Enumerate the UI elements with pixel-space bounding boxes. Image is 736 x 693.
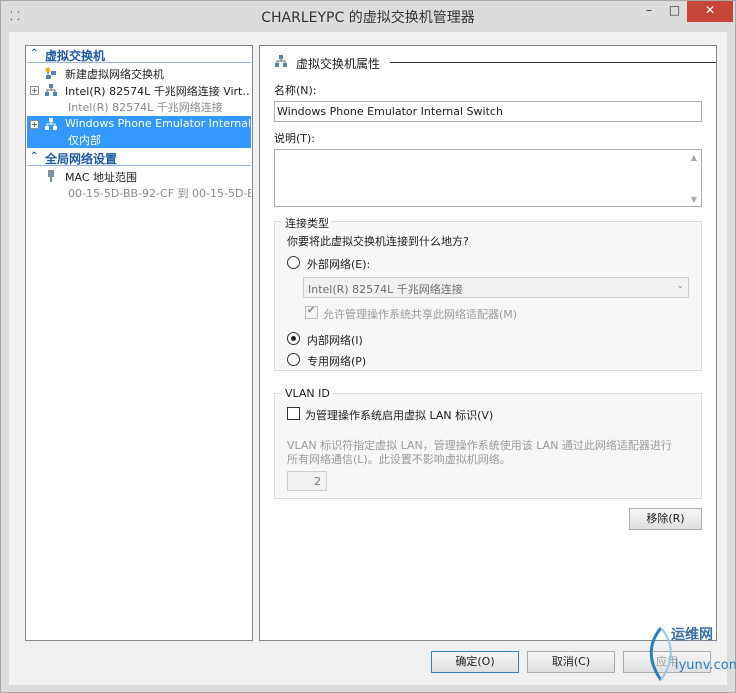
tree-item-mac-range-sub: 00-15-5D-BB-92-CF 到 00-15-5D-B… <box>27 184 251 200</box>
site-watermark: 运维网 iyunv.com <box>637 614 736 693</box>
private-network-radio[interactable] <box>287 353 300 366</box>
internal-network-label[interactable]: 内部网络(I) <box>307 332 363 348</box>
tree-header-label: 全局网络设置 <box>45 152 118 166</box>
private-network-label[interactable]: 专用网络(P) <box>307 353 366 369</box>
close-button[interactable]: ✕ <box>687 1 733 22</box>
tree-header-label: 虚拟交换机 <box>45 49 106 63</box>
dialog-body: ⌃ 虚拟交换机 新建虚拟网络交换机 + Intel(R) 82574L 千兆网络… <box>9 32 727 685</box>
tree-item-label: Windows Phone Emulator Internal … <box>65 117 251 130</box>
name-input[interactable]: Windows Phone Emulator Internal Switch <box>274 101 702 122</box>
scroll-down-icon[interactable]: ▼ <box>689 195 699 204</box>
tree-item-sublabel: Intel(R) 82574L 千兆网络连接 <box>68 101 223 114</box>
vlan-enable-checkbox[interactable] <box>287 407 300 420</box>
switch-tree[interactable]: ⌃ 虚拟交换机 新建虚拟网络交换机 + Intel(R) 82574L 千兆网络… <box>25 45 253 641</box>
tree-item-label: 新建虚拟网络交换机 <box>65 68 164 81</box>
maximize-button[interactable]: □ <box>662 1 687 22</box>
section-header: 虚拟交换机属性 <box>274 54 716 71</box>
adapter-select[interactable]: Intel(R) 82574L 千兆网络连接 ⌄ <box>303 277 689 298</box>
minimize-button[interactable]: – <box>636 1 662 22</box>
tree-item-sublabel: 仅内部 <box>68 134 101 147</box>
scroll-up-icon[interactable]: ▲ <box>689 153 699 162</box>
watermark-url: iyunv.com <box>675 658 736 673</box>
connection-type-group: 连接类型 你要将此虚拟交换机连接到什么地方? 外部网络(E): Intel(R)… <box>274 215 702 371</box>
tree-item-label: MAC 地址范围 <box>65 171 137 184</box>
adapter-select-value: Intel(R) 82574L 千兆网络连接 <box>308 283 463 296</box>
network-cable-icon <box>48 170 54 182</box>
tree-header-global-settings[interactable]: ⌃ 全局网络设置 <box>27 150 251 166</box>
external-network-radio[interactable] <box>287 256 300 269</box>
section-title: 虚拟交换机属性 <box>296 57 381 71</box>
allow-mgmt-checkbox[interactable] <box>305 305 318 319</box>
tree-item-new-switch[interactable]: 新建虚拟网络交换机 <box>27 65 251 81</box>
tree-item-intel-switch[interactable]: + Intel(R) 82574L 千兆网络连接 Virt… <box>27 82 251 98</box>
network-switch-icon <box>275 55 287 67</box>
external-network-label[interactable]: 外部网络(E): <box>307 256 370 272</box>
section-divider <box>390 62 716 63</box>
vlan-id-input[interactable]: 2 <box>287 471 327 491</box>
notes-textarea[interactable]: ▲ ▼ <box>274 149 702 207</box>
internal-network-radio[interactable] <box>287 332 300 345</box>
network-switch-icon <box>45 84 57 96</box>
vlan-description-line2: 所有网络通信(L)。此设置不影响虚拟机网络。 <box>287 453 511 466</box>
watermark-text: 运维网 <box>671 627 713 643</box>
tree-item-intel-switch-sub: Intel(R) 82574L 千兆网络连接 <box>27 98 251 114</box>
notes-label: 说明(T): <box>274 132 316 145</box>
tree-item-wp-emulator-switch[interactable]: + Windows Phone Emulator Internal … 仅内部 <box>27 116 251 148</box>
tree-item-label: Intel(R) 82574L 千兆网络连接 Virt… <box>65 85 251 98</box>
window-title: CHARLEYPC 的虚拟交换机管理器 <box>261 10 475 26</box>
tree-item-sublabel: 00-15-5D-BB-92-CF 到 00-15-5D-B… <box>68 187 251 200</box>
vlan-title: VLAN ID <box>283 387 332 400</box>
collapse-chevron-icon[interactable]: ⌃ <box>30 151 40 162</box>
switch-properties-panel: 虚拟交换机属性 名称(N): Windows Phone Emulator In… <box>259 45 717 641</box>
network-switch-icon <box>45 118 57 130</box>
tree-header-virtual-switches[interactable]: ⌃ 虚拟交换机 <box>27 47 251 63</box>
expand-icon[interactable]: + <box>30 86 39 95</box>
allow-mgmt-label[interactable]: 允许管理操作系统共享此网络适配器(M) <box>323 306 517 322</box>
cancel-button[interactable]: 取消(C) <box>527 651 615 673</box>
tree-item-mac-range[interactable]: MAC 地址范围 <box>27 168 251 184</box>
name-label: 名称(N): <box>274 84 317 97</box>
new-switch-icon <box>45 67 56 79</box>
expand-icon[interactable]: + <box>30 120 39 129</box>
remove-button[interactable]: 移除(R) <box>629 508 702 530</box>
connection-type-title: 连接类型 <box>283 215 331 231</box>
hyper-v-switch-manager-window: ⸬ CHARLEYPC 的虚拟交换机管理器 – □ ✕ ⌃ 虚拟交换机 新建虚拟… <box>0 0 736 693</box>
chevron-down-icon: ⌄ <box>676 281 684 291</box>
ok-button[interactable]: 确定(O) <box>431 651 519 673</box>
vlan-enable-label[interactable]: 为管理操作系统启用虚拟 LAN 标识(V) <box>305 407 493 423</box>
collapse-chevron-icon[interactable]: ⌃ <box>30 48 40 59</box>
connection-question: 你要将此虚拟交换机连接到什么地方? <box>287 235 469 248</box>
vlan-group: VLAN ID 为管理操作系统启用虚拟 LAN 标识(V) VLAN 标识符指定… <box>274 387 702 499</box>
title-bar[interactable]: ⸬ CHARLEYPC 的虚拟交换机管理器 – □ ✕ <box>1 1 735 32</box>
